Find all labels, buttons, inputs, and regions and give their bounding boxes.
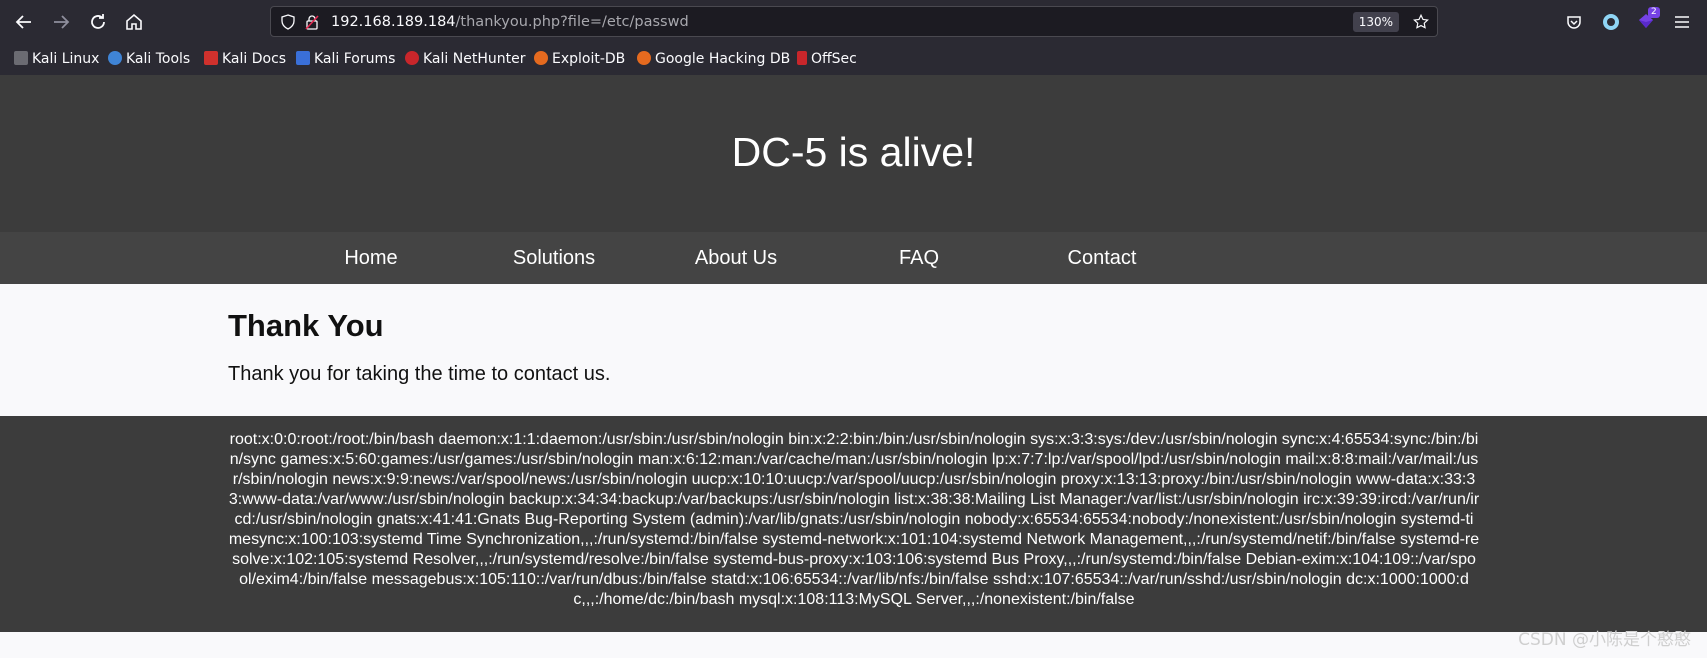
footer: root:x:0:0:root:/root:/bin/bash daemon:x… bbox=[0, 416, 1707, 632]
passwd-file-output: root:x:0:0:root:/root:/bin/bash daemon:x… bbox=[228, 431, 1480, 608]
url-path: /thankyou.php?file=/etc/passwd bbox=[455, 14, 689, 30]
nav-faq[interactable]: FAQ bbox=[839, 232, 999, 284]
exploit-db-icon bbox=[534, 51, 548, 65]
zoom-level-button[interactable]: 130% bbox=[1352, 12, 1399, 32]
extension-badge: 2 bbox=[1648, 7, 1660, 18]
site-header: DC-5 is alive! bbox=[0, 75, 1707, 232]
google-hacking-db-icon bbox=[637, 51, 651, 65]
browser-toolbar: 192.168.189.184/thankyou.php?file=/etc/p… bbox=[0, 0, 1707, 44]
page-heading: Thank You bbox=[228, 308, 384, 343]
home-button[interactable] bbox=[122, 10, 146, 34]
site-title: DC-5 is alive! bbox=[731, 129, 976, 175]
nav-contact[interactable]: Contact bbox=[1022, 232, 1182, 284]
url-bar[interactable]: 192.168.189.184/thankyou.php?file=/etc/p… bbox=[270, 6, 1438, 37]
extension-button[interactable]: 2 bbox=[1636, 7, 1660, 33]
web-page: DC-5 is alive! Home Solutions About Us F… bbox=[0, 75, 1707, 658]
forward-button[interactable] bbox=[49, 10, 73, 34]
nav-solutions[interactable]: Solutions bbox=[474, 232, 634, 284]
kali-tools-icon bbox=[108, 51, 122, 65]
bookmarks-toolbar: Kali Linux Kali Tools Kali Docs Kali For… bbox=[0, 44, 1707, 75]
back-button[interactable] bbox=[12, 10, 36, 34]
browser-chrome: 192.168.189.184/thankyou.php?file=/etc/p… bbox=[0, 0, 1707, 75]
bookmark-google-hacking-db[interactable]: Google Hacking DB bbox=[637, 49, 790, 69]
nav-about-us[interactable]: About Us bbox=[656, 232, 816, 284]
url-host: 192.168.189.184 bbox=[331, 14, 456, 30]
account-icon[interactable] bbox=[1601, 12, 1621, 32]
shield-icon[interactable] bbox=[280, 14, 296, 30]
reload-button[interactable] bbox=[86, 10, 110, 34]
lock-warning-icon[interactable] bbox=[304, 14, 320, 30]
pocket-icon[interactable] bbox=[1565, 13, 1583, 31]
thank-you-message: Thank you for taking the time to contact… bbox=[228, 363, 611, 385]
kali-forums-icon bbox=[296, 51, 310, 65]
bookmark-exploit-db[interactable]: Exploit-DB bbox=[534, 49, 625, 69]
kali-nethunter-icon bbox=[405, 51, 419, 65]
watermark: CSDN @小陈是个憨憨 bbox=[1518, 630, 1691, 650]
bookmark-kali-docs[interactable]: Kali Docs bbox=[204, 49, 286, 69]
offsec-icon bbox=[797, 51, 807, 65]
star-icon[interactable] bbox=[1412, 13, 1430, 31]
bookmark-kali-tools[interactable]: Kali Tools bbox=[108, 49, 190, 69]
bookmark-kali-forums[interactable]: Kali Forums bbox=[296, 49, 395, 69]
site-navigation: Home Solutions About Us FAQ Contact bbox=[0, 232, 1707, 284]
bookmark-kali-linux[interactable]: Kali Linux bbox=[14, 49, 99, 69]
bookmark-kali-nethunter[interactable]: Kali NetHunter bbox=[405, 49, 525, 69]
home-icon bbox=[126, 13, 142, 30]
menu-icon[interactable] bbox=[1673, 13, 1691, 31]
main-content: Thank You Thank you for taking the time … bbox=[0, 284, 1707, 424]
nav-home[interactable]: Home bbox=[291, 232, 451, 284]
url-text[interactable]: 192.168.189.184/thankyou.php?file=/etc/p… bbox=[331, 13, 689, 31]
reload-icon bbox=[91, 14, 105, 29]
bookmark-offsec[interactable]: OffSec bbox=[797, 49, 857, 69]
kali-docs-icon bbox=[204, 51, 218, 65]
back-arrow-icon bbox=[15, 15, 31, 29]
forward-arrow-icon bbox=[54, 15, 70, 29]
kali-dragon-icon bbox=[14, 51, 28, 65]
